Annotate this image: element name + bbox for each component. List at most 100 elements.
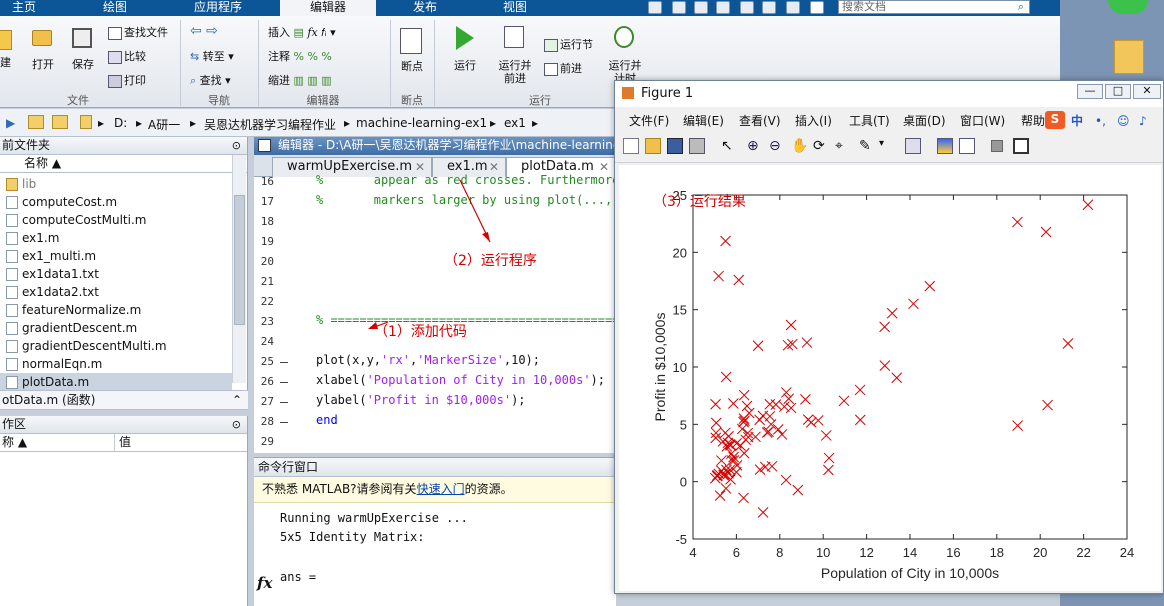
browse-folder-icon[interactable]	[52, 115, 68, 129]
copy-icon[interactable]	[694, 1, 708, 14]
file-list-item[interactable]: computeCost.m	[0, 193, 232, 211]
rotate-3d-icon[interactable]: ⟳	[813, 138, 829, 154]
ime-emoji-icon[interactable]: ☺	[1117, 111, 1130, 131]
show-plot-tools-icon[interactable]	[1013, 138, 1029, 154]
goto-button[interactable]: ⇆ 转至 ▾	[190, 50, 234, 64]
run-and-advance-label[interactable]: 运行并 前进	[496, 59, 534, 85]
breadcrumb-drive[interactable]: D:	[114, 116, 127, 130]
file-list-item[interactable]: ex1_multi.m	[0, 247, 232, 265]
breadcrumb-folder-2[interactable]: 吴恩达机器学习编程作业	[204, 116, 336, 133]
search-icon[interactable]: ⌕	[1018, 1, 1024, 13]
desktop-folder-icon[interactable]	[1114, 40, 1144, 74]
minimize-button[interactable]: —	[1077, 84, 1103, 99]
pointer-icon[interactable]: ↖	[721, 138, 737, 154]
open-folder-icon[interactable]	[32, 30, 52, 46]
workspace-name-column[interactable]: 称 ▲	[2, 435, 27, 449]
switch-windows-icon[interactable]	[786, 1, 800, 14]
file-list-item[interactable]: gradientDescent.m	[0, 319, 232, 337]
file-list-item[interactable]: featureNormalize.m	[0, 301, 232, 319]
paste-icon[interactable]	[716, 1, 730, 14]
breakpoints-button-label[interactable]: 断点	[398, 60, 426, 73]
menu-desktop[interactable]: 桌面(D)	[903, 111, 946, 131]
find-files-button[interactable]: 查找文件	[108, 26, 168, 40]
breadcrumb-folder-1[interactable]: A研一	[148, 116, 180, 133]
pan-icon[interactable]: ✋	[791, 138, 808, 154]
run-icon[interactable]	[456, 26, 474, 50]
file-list-scrollbar[interactable]	[232, 155, 246, 383]
close-window-button[interactable]: ✕	[1133, 84, 1161, 99]
legend-icon[interactable]	[959, 138, 975, 154]
up-folder-icon[interactable]	[28, 115, 44, 129]
file-list-item[interactable]: ex1data1.txt	[0, 265, 232, 283]
print-button[interactable]: 打印	[108, 74, 146, 88]
file-list-item[interactable]: normalEqn.m	[0, 355, 232, 373]
brush-dropdown-icon[interactable]: ▾	[879, 138, 895, 154]
undo-icon[interactable]	[740, 1, 754, 14]
compare-button[interactable]: 比较	[108, 50, 146, 64]
open-file-icon[interactable]	[645, 138, 661, 154]
run-and-time-icon[interactable]	[614, 26, 634, 48]
tab-plots[interactable]: 绘图	[80, 0, 150, 16]
colorbar-icon[interactable]	[937, 138, 953, 154]
file-list-item[interactable]: plotData.m	[0, 373, 232, 391]
command-window[interactable]: Running warmUpExercise ... 5x5 Identity …	[254, 503, 616, 606]
back-arrow-icon[interactable]: ▶	[6, 116, 15, 130]
code-line[interactable]: xlabel('Population of City in 10,000s');	[316, 373, 605, 387]
cut-icon[interactable]	[672, 1, 686, 14]
help-icon[interactable]	[810, 1, 824, 14]
plot-canvas[interactable]: 4 6 8 10 12 14 16 18 20 22 24 -5 0 5 10 15 20 25 Populatio…	[619, 165, 1161, 591]
ime-punct-icon[interactable]: •,	[1095, 111, 1106, 131]
tab-apps[interactable]: 应用程序	[182, 0, 254, 16]
run-section-button[interactable]: 运行节	[544, 38, 593, 52]
search-documentation-input[interactable]: 搜索文档 ⌕	[838, 0, 1030, 14]
panel-menu-icon[interactable]: ⊙	[232, 416, 241, 433]
new-figure-icon[interactable]	[623, 138, 639, 154]
data-cursor-icon[interactable]: ⌖	[835, 138, 851, 154]
file-list-item[interactable]: gradientDescentMulti.m	[0, 337, 232, 355]
code-line[interactable]: ylabel('Profit in $10,000s');	[316, 393, 526, 407]
ime-mode-label[interactable]: 中	[1071, 111, 1083, 131]
print-figure-icon[interactable]	[689, 138, 705, 154]
name-column-header[interactable]: 名称 ▲	[0, 155, 247, 173]
getting-started-link[interactable]: 快速入门	[417, 482, 465, 496]
menu-help[interactable]: 帮助	[1021, 111, 1045, 131]
code-line[interactable]: end	[316, 413, 338, 427]
indent-button[interactable]: 缩进 ▥ ▥ ▥	[268, 74, 332, 88]
command-prompt-fx-icon[interactable]: fx	[257, 574, 272, 592]
app-status-icon[interactable]	[1108, 0, 1148, 14]
tab-editor[interactable]: 编辑器	[280, 0, 376, 16]
run-button-label[interactable]: 运行	[450, 59, 480, 72]
hide-plot-tools-icon[interactable]	[991, 140, 1003, 152]
back-forward-icons[interactable]: ⇦ ⇨	[190, 24, 218, 38]
menu-file[interactable]: 文件(F)	[629, 111, 669, 131]
new-button-label[interactable]: 建	[0, 56, 11, 69]
save-icon[interactable]	[648, 1, 662, 14]
save-button-label[interactable]: 保存	[70, 58, 96, 71]
workspace-value-column[interactable]: 值	[114, 434, 131, 451]
tab-publish[interactable]: 发布	[392, 0, 458, 16]
maximize-button[interactable]: □	[1105, 84, 1131, 99]
redo-icon[interactable]	[762, 1, 776, 14]
tab-view[interactable]: 视图	[484, 0, 546, 16]
file-list-item[interactable]: computeCostMulti.m	[0, 211, 232, 229]
file-details-bar[interactable]: otData.m (函数) ⌃	[0, 390, 248, 410]
new-icon[interactable]	[0, 30, 12, 50]
advance-button[interactable]: 前进	[544, 62, 582, 76]
run-and-advance-icon[interactable]	[504, 26, 524, 48]
save-file-icon[interactable]	[72, 28, 92, 48]
link-plot-icon[interactable]	[905, 138, 921, 154]
scrollbar-thumb[interactable]	[234, 195, 245, 325]
ime-logo-icon[interactable]: S	[1045, 111, 1065, 129]
zoom-in-icon[interactable]: ⊕	[747, 138, 763, 154]
file-list-item[interactable]: ex1.m	[0, 229, 232, 247]
menu-tools[interactable]: 工具(T)	[849, 111, 890, 131]
menu-edit[interactable]: 编辑(E)	[683, 111, 724, 131]
breadcrumb-folder-4[interactable]: ex1	[504, 116, 526, 130]
file-list-item[interactable]: lib	[0, 175, 232, 193]
menu-window[interactable]: 窗口(W)	[960, 111, 1005, 131]
breadcrumb-folder-3[interactable]: machine-learning-ex1	[356, 116, 487, 130]
open-button-label[interactable]: 打开	[30, 58, 56, 71]
ime-voice-icon[interactable]: ♪	[1139, 111, 1147, 131]
save-figure-icon[interactable]	[667, 138, 683, 154]
menu-view[interactable]: 查看(V)	[739, 111, 781, 131]
